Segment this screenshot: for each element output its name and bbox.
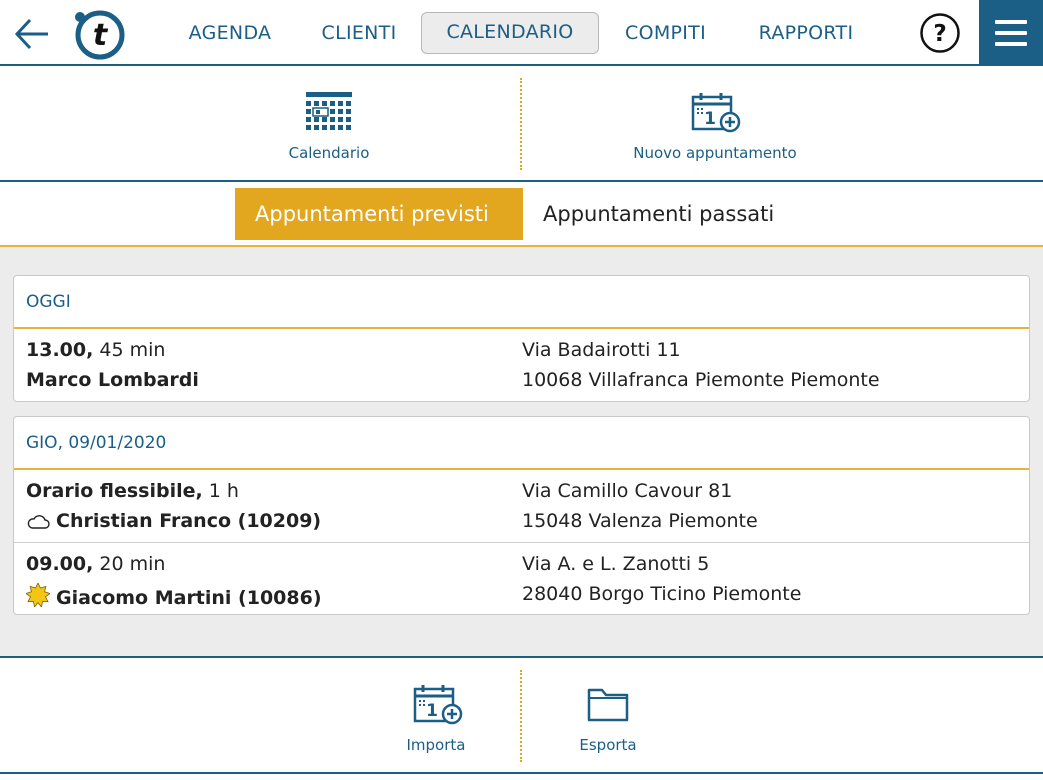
svg-text:t: t (93, 18, 109, 53)
appointment-street: Via Camillo Cavour 81 (522, 480, 733, 502)
nav-compiti[interactable]: COMPITI (612, 12, 719, 54)
appointment-city: 28040 Borgo Ticino Piemonte (522, 583, 802, 605)
day-group-header: OGGI (14, 276, 1029, 329)
calendar-grid-icon (306, 92, 352, 130)
appointment-tabs: Appuntamenti previsti Appuntamenti passa… (0, 182, 1043, 247)
export-button[interactable]: Esporta (562, 658, 654, 772)
menu-bar-line (995, 42, 1027, 46)
tab-upcoming-appointments[interactable]: Appuntamenti previsti (235, 188, 523, 240)
appointment-time-line: 13.00, 45 min (26, 339, 166, 361)
cloud-icon (27, 515, 50, 529)
appointment-time-line: Orario flessibile, 1 h (26, 480, 239, 502)
menu-bar-line (995, 20, 1027, 24)
svg-text:1: 1 (704, 109, 716, 129)
appointment-time-line: 09.00, 20 min (26, 553, 166, 575)
bottom-action-bar: 1 Importa Esporta (0, 656, 1043, 774)
calendar-label: Calendario (288, 144, 370, 162)
nav-agenda[interactable]: AGENDA (176, 12, 284, 54)
calendar-button[interactable]: Calendario (269, 66, 389, 180)
import-button[interactable]: 1 Importa (386, 658, 486, 772)
appointment-client-line: Giacomo Martini (10086) (26, 583, 322, 609)
app-logo-icon: t (75, 10, 125, 60)
appointment-client-line: Christian Franco (10209) (26, 510, 321, 532)
top-navigation-bar: t AGENDA CLIENTI CALENDARIO COMPITI RAPP… (0, 0, 1043, 66)
appointment-street: Via Badairotti 11 (522, 339, 681, 361)
help-label: ? (933, 21, 946, 47)
sun-icon (26, 583, 50, 607)
menu-bar-line (995, 31, 1027, 35)
calendar-import-icon: 1 (413, 685, 463, 725)
appointment-row[interactable]: 13.00, 45 min Marco Lombardi Via Badairo… (14, 329, 1029, 401)
nav-clienti[interactable]: CLIENTI (310, 12, 408, 54)
appointment-client: Marco Lombardi (26, 369, 199, 391)
appointment-city: 10068 Villafranca Piemonte Piemonte (522, 369, 880, 391)
day-group-header: GIO, 09/01/2020 (14, 417, 1029, 470)
calendar-add-icon: 1 (691, 93, 741, 133)
appointment-street: Via A. e L. Zanotti 5 (522, 553, 710, 575)
nav-rapporti[interactable]: RAPPORTI (745, 12, 867, 54)
action-toolbar: Calendario 1 Nuovo appuntamento (0, 66, 1043, 182)
appointment-city: 15048 Valenza Piemonte (522, 510, 758, 532)
bottom-divider (520, 670, 522, 762)
folder-icon (587, 688, 629, 722)
back-arrow-icon[interactable] (12, 14, 52, 54)
hamburger-menu-button[interactable] (979, 0, 1043, 66)
new-appointment-label: Nuovo appuntamento (633, 144, 797, 162)
nav-calendario[interactable]: CALENDARIO (421, 12, 599, 54)
appointment-row[interactable]: Orario flessibile, 1 h Christian Franco … (14, 470, 1029, 542)
export-label: Esporta (579, 736, 637, 754)
day-group-card: GIO, 09/01/2020 Orario flessibile, 1 h C… (13, 416, 1030, 615)
tab-past-appointments[interactable]: Appuntamenti passati (523, 188, 794, 240)
new-appointment-button[interactable]: 1 Nuovo appuntamento (620, 66, 810, 180)
appointment-row[interactable]: 09.00, 20 min Giacomo Martini (10086) Vi… (14, 542, 1029, 614)
toolbar-divider (520, 78, 522, 170)
help-icon[interactable]: ? (919, 12, 961, 54)
appointments-list: OGGI 13.00, 45 min Marco Lombardi Via Ba… (0, 247, 1043, 656)
day-group-card: OGGI 13.00, 45 min Marco Lombardi Via Ba… (13, 275, 1030, 402)
import-label: Importa (406, 736, 466, 754)
svg-text:1: 1 (426, 701, 438, 721)
